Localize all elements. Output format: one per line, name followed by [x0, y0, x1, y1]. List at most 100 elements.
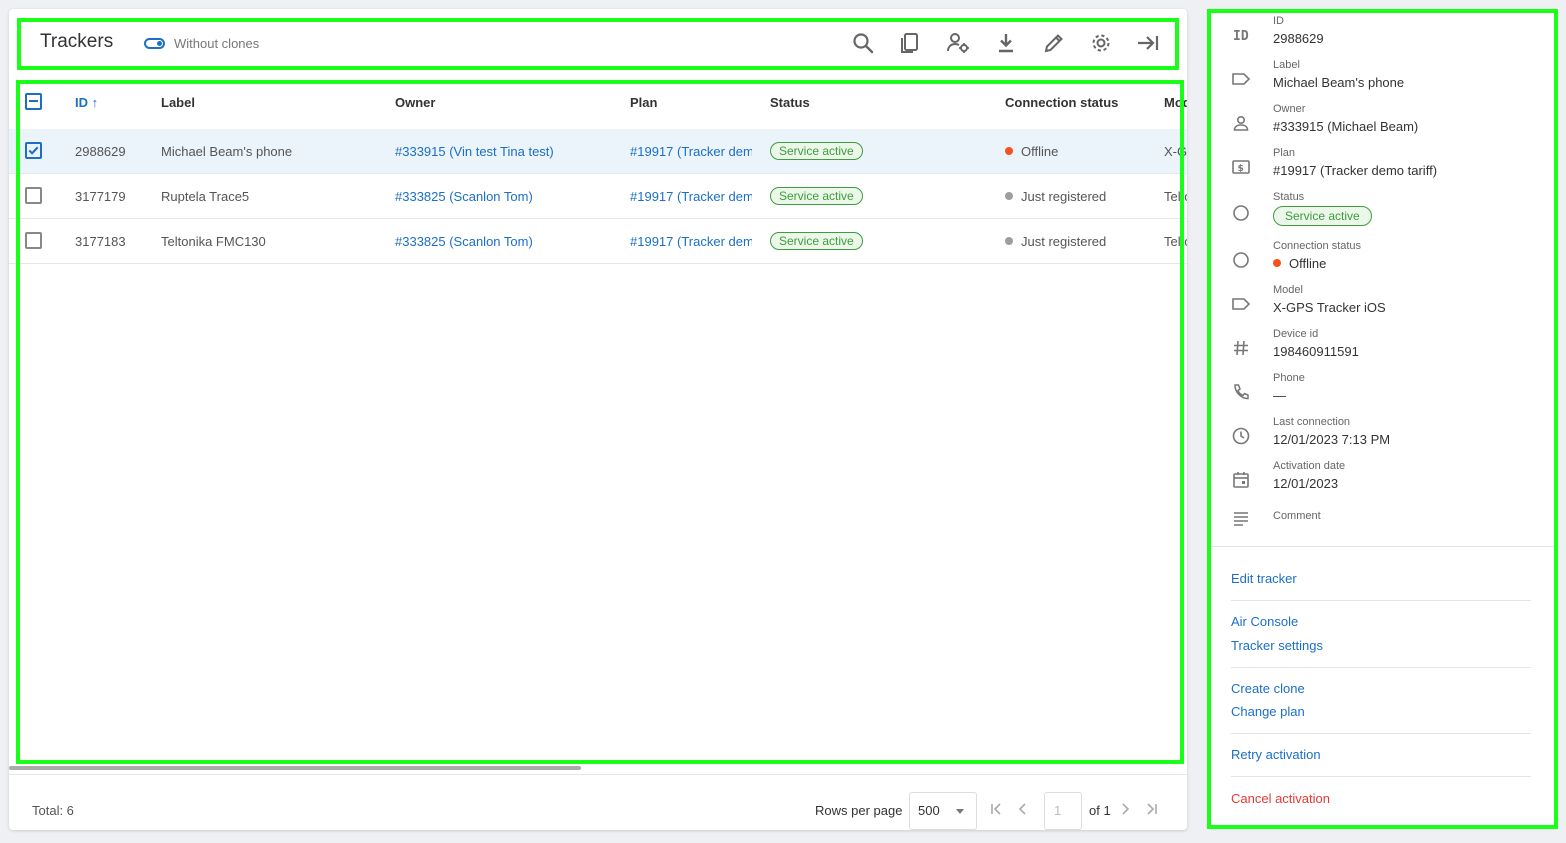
- detail-id-label: ID: [1273, 15, 1284, 27]
- previous-page-icon[interactable]: [1015, 801, 1031, 817]
- row-checkbox[interactable]: [25, 187, 42, 204]
- table-footer: Total: 6 Rows per page 500 1 of 1: [9, 774, 1187, 830]
- without-clones-label: Without clones: [174, 36, 260, 51]
- last-page-icon[interactable]: [1143, 801, 1159, 817]
- edit-icon[interactable]: [1040, 29, 1068, 57]
- phone-icon: [1229, 380, 1253, 404]
- copy-icon[interactable]: [896, 29, 924, 57]
- tracker-settings-link[interactable]: Tracker settings: [1231, 638, 1323, 653]
- tracker-details-panel: ID ID 2988629 Label Michael Beam's phone…: [1209, 9, 1557, 827]
- search-icon[interactable]: [849, 29, 877, 57]
- column-header-status[interactable]: Status: [770, 95, 810, 110]
- cell-plan-link[interactable]: #19917 (Tracker demo tariff): [630, 144, 752, 159]
- detail-activation-date-label: Activation date: [1273, 460, 1346, 472]
- detail-plan: $ Plan #19917 (Tracker demo tariff): [1209, 147, 1557, 191]
- cell-connection-status: Just registered: [1005, 234, 1106, 249]
- table-row[interactable]: 3177179 Ruptela Trace5 #333825 (Scanlon …: [9, 174, 1187, 219]
- cell-owner-link[interactable]: #333825 (Scanlon Tom): [395, 189, 533, 204]
- comment-lines-icon: [1229, 506, 1253, 530]
- air-console-link[interactable]: Air Console: [1231, 614, 1298, 629]
- trackers-header: Trackers Without clones: [9, 9, 1187, 77]
- detail-owner-link[interactable]: #333915 (Michael Beam): [1273, 119, 1418, 134]
- total-count: Total: 6: [32, 803, 74, 818]
- row-checkbox[interactable]: [25, 142, 42, 159]
- detail-phone: Phone —: [1209, 372, 1557, 416]
- column-header-owner[interactable]: Owner: [395, 95, 435, 110]
- detail-last-connection: Last connection 12/01/2023 7:13 PM: [1209, 416, 1557, 460]
- actions-divider: [1231, 733, 1531, 734]
- column-header-connection-status[interactable]: Connection status: [1005, 95, 1118, 110]
- change-plan-link[interactable]: Change plan: [1231, 704, 1305, 719]
- select-all-checkbox[interactable]: [25, 93, 42, 110]
- cancel-activation-link[interactable]: Cancel activation: [1231, 791, 1330, 806]
- cell-owner-link[interactable]: #333825 (Scanlon Tom): [395, 234, 533, 249]
- page-title: Trackers: [40, 31, 114, 52]
- detail-comment: Comment: [1209, 504, 1557, 548]
- edit-tracker-link[interactable]: Edit tracker: [1231, 571, 1297, 586]
- without-clones-toggle[interactable]: [144, 38, 165, 49]
- connection-circle-icon: [1229, 248, 1253, 272]
- detail-last-connection-value: 12/01/2023 7:13 PM: [1273, 432, 1391, 447]
- trackers-panel: Trackers Without clones ID ↑ Label Owner…: [9, 9, 1187, 830]
- rows-per-page-label: Rows per page: [815, 803, 903, 818]
- column-header-plan[interactable]: Plan: [630, 95, 657, 110]
- detail-phone-value: —: [1273, 388, 1286, 403]
- detail-status-label: Status: [1273, 191, 1305, 203]
- cell-owner-link[interactable]: #333915 (Vin test Tina test): [395, 144, 554, 159]
- page-count: of 1: [1089, 803, 1111, 818]
- cell-plan-link[interactable]: #19917 (Tracker demo tariff): [630, 189, 752, 204]
- detail-model: Model X-GPS Tracker iOS: [1209, 284, 1557, 328]
- detail-connection-label: Connection status: [1273, 240, 1362, 252]
- cell-id: 2988629: [75, 144, 126, 159]
- row-checkbox[interactable]: [25, 232, 42, 249]
- create-clone-link[interactable]: Create clone: [1231, 681, 1305, 696]
- download-icon[interactable]: [992, 29, 1020, 57]
- user-settings-icon[interactable]: [944, 29, 972, 57]
- column-header-label[interactable]: Label: [161, 95, 195, 110]
- next-page-icon[interactable]: [1117, 801, 1133, 817]
- page-number-input[interactable]: 1: [1044, 792, 1082, 830]
- detail-activation-date-value: 12/01/2023: [1273, 476, 1339, 491]
- detail-activation-date: Activation date 12/01/2023: [1209, 460, 1557, 504]
- status-dot-icon: [1273, 259, 1281, 267]
- status-dot-icon: [1005, 147, 1013, 155]
- clock-icon: [1229, 424, 1253, 448]
- detail-device-id: Device id 198460911591: [1209, 328, 1557, 372]
- person-icon: [1229, 111, 1253, 135]
- detail-label: Label Michael Beam's phone: [1209, 59, 1557, 103]
- cell-label: Teltonika FMC130: [161, 234, 266, 249]
- detail-model-label: Model: [1273, 284, 1303, 296]
- table-row[interactable]: 2988629 Michael Beam's phone #333915 (Vi…: [9, 129, 1187, 174]
- id-icon: ID: [1229, 23, 1253, 47]
- detail-connection-status: Connection status Offline: [1209, 240, 1557, 284]
- detail-plan-label: Plan: [1273, 147, 1296, 159]
- rows-per-page-select[interactable]: 500: [909, 792, 977, 830]
- column-header-model[interactable]: Mod: [1164, 95, 1187, 110]
- retry-activation-link[interactable]: Retry activation: [1231, 747, 1321, 762]
- detail-label-value: Michael Beam's phone: [1273, 75, 1405, 90]
- table-row[interactable]: 3177183 Teltonika FMC130 #333825 (Scanlo…: [9, 219, 1187, 264]
- detail-plan-link[interactable]: #19917 (Tracker demo tariff): [1273, 163, 1437, 178]
- status-badge: Service active: [1273, 206, 1372, 226]
- cell-connection-status: Offline: [1005, 144, 1058, 159]
- actions-divider: [1231, 600, 1531, 601]
- label-tag-icon: [1229, 67, 1253, 91]
- detail-device-id-value: 198460911591: [1273, 344, 1359, 359]
- gear-icon[interactable]: [1087, 29, 1115, 57]
- cell-plan-link[interactable]: #19917 (Tracker demo tariff): [630, 234, 752, 249]
- svg-text:$: $: [1238, 164, 1244, 174]
- svg-text:ID: ID: [1233, 29, 1249, 44]
- first-page-icon[interactable]: [989, 801, 1005, 817]
- actions-divider: [1231, 776, 1531, 777]
- column-header-id[interactable]: ID ↑: [75, 95, 98, 110]
- status-badge: Service active: [770, 142, 863, 160]
- cell-id: 3177183: [75, 234, 126, 249]
- horizontal-scrollbar[interactable]: [9, 766, 581, 770]
- status-dot-icon: [1005, 237, 1013, 245]
- dollar-bill-icon: $: [1229, 155, 1253, 179]
- detail-status: Status Service active: [1209, 191, 1557, 239]
- table-header-row: ID ↑ Label Owner Plan Status Connection …: [9, 85, 1187, 129]
- status-circle-icon: [1229, 201, 1253, 225]
- cell-label: Ruptela Trace5: [161, 189, 250, 204]
- collapse-panel-icon[interactable]: [1134, 29, 1162, 57]
